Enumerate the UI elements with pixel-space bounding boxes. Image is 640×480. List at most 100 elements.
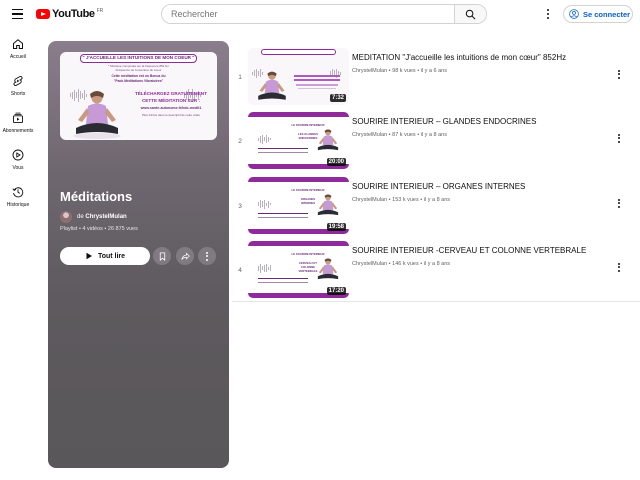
video-duration: 19:58 bbox=[326, 223, 346, 231]
playlist-meta: Playlist • 4 vidéos • 26 875 vues bbox=[60, 226, 138, 232]
meditating-woman-image bbox=[317, 194, 339, 216]
country-code: FR bbox=[96, 8, 104, 14]
settings-more-button[interactable] bbox=[541, 7, 555, 21]
meditating-woman-image bbox=[258, 71, 286, 100]
cover-url-text: www.sante-autonome.fr/kdo-medit1 bbox=[140, 106, 202, 110]
logo-text: YouTube bbox=[52, 8, 95, 20]
guide-label: Historique bbox=[6, 202, 30, 208]
playlist-title: Méditations bbox=[60, 189, 133, 204]
thumb-band-top bbox=[248, 241, 349, 246]
cover-text: Cette méditation est un Bonus du bbox=[111, 74, 166, 78]
channel-link[interactable]: ChrystelMulan bbox=[352, 68, 387, 74]
channel-avatar bbox=[60, 211, 72, 223]
subscriptions-icon bbox=[13, 112, 23, 124]
video-thumbnail[interactable]: LE SOURIRE INTERIEUR CERVEAU ET COLONNE … bbox=[248, 241, 349, 298]
home-icon bbox=[13, 39, 23, 49]
playlist-owner[interactable]: de ChrystelMulan bbox=[60, 211, 127, 223]
video-age: il y a 8 ans bbox=[423, 261, 451, 267]
search-input[interactable] bbox=[162, 5, 454, 23]
video-count: 4 vidéos bbox=[82, 226, 103, 232]
shorts-icon bbox=[13, 76, 23, 86]
video-age: il y a 6 ans bbox=[420, 68, 447, 74]
bookmark-icon bbox=[159, 251, 165, 261]
channel-link[interactable]: ChrystelMulan bbox=[352, 197, 387, 203]
masthead: YouTube FR Se connecter bbox=[0, 0, 640, 28]
guide-item-you[interactable]: Vous bbox=[0, 149, 36, 171]
video-menu-button[interactable] bbox=[614, 68, 624, 80]
guide-menu-button[interactable] bbox=[10, 6, 26, 22]
video-duration: 20:00 bbox=[326, 158, 346, 166]
playlist-video-row[interactable]: 4 LE SOURIRE INTERIEUR CERVEAU ET COLONN… bbox=[232, 241, 637, 301]
thumb-band-top bbox=[248, 177, 349, 182]
cover-download-text: TÉLÉCHARGEZ GRATUITEMENT bbox=[135, 91, 207, 96]
account-icon bbox=[569, 9, 579, 19]
playlist-header-panel: " J'ACCUEILLE LES INTUITIONS DE MON COEU… bbox=[48, 41, 229, 468]
search-button[interactable] bbox=[454, 5, 486, 23]
video-views: 146 k vues bbox=[392, 261, 419, 267]
guide-item-home[interactable]: Accueil bbox=[0, 38, 36, 60]
meditating-woman-image bbox=[73, 91, 121, 139]
video-age: il y a 8 ans bbox=[420, 132, 447, 138]
list-divider bbox=[232, 301, 640, 302]
youtube-playlist-page: YouTube FR Se connecter Accueil Shorts A… bbox=[0, 0, 640, 480]
thumb-band-top bbox=[248, 112, 349, 117]
playlist-type: Playlist bbox=[60, 226, 78, 232]
video-title[interactable]: SOURIRE INTERIEUR – GLANDES ENDOCRINES bbox=[352, 117, 536, 126]
playlist-more-button[interactable] bbox=[198, 247, 216, 265]
channel-link[interactable]: ChrystelMulan bbox=[352, 261, 387, 267]
video-views: 153 k vues bbox=[392, 197, 419, 203]
video-menu-button[interactable] bbox=[614, 261, 624, 273]
cover-text: Plus d'infos dans le descriptif de cette… bbox=[141, 113, 201, 117]
sound-wave-left bbox=[258, 199, 271, 209]
video-title[interactable]: SOURIRE INTERIEUR -CERVEAU ET COLONNE VE… bbox=[352, 246, 586, 255]
guide-item-shorts[interactable]: Shorts bbox=[0, 75, 36, 97]
video-meta: ChrystelMulan • 87 k vues • il y a 8 ans bbox=[352, 132, 447, 138]
video-index: 1 bbox=[238, 74, 242, 81]
cover-text: Fréquence de l'ouverture du coeur bbox=[115, 68, 162, 72]
channel-link[interactable]: ChrystelMulan bbox=[352, 132, 387, 138]
playlist-video-row[interactable]: 2 LE SOURIRE INTERIEUR LES GLANDES ENDOC… bbox=[232, 112, 637, 172]
video-thumbnail[interactable]: LE SOURIRE INTERIEUR ORGANES INTERNES 19… bbox=[248, 177, 349, 234]
view-count: 26 875 vues bbox=[107, 226, 138, 232]
save-playlist-button[interactable] bbox=[153, 247, 171, 265]
owner-name: ChrystelMulan bbox=[85, 214, 127, 220]
youtube-logo[interactable]: YouTube FR bbox=[36, 8, 103, 20]
video-title[interactable]: MEDITATION "J'accueille les intuitions d… bbox=[352, 53, 566, 62]
video-duration: 7:32 bbox=[329, 94, 346, 102]
video-meta: ChrystelMulan • 98 k vues • il y a 6 ans bbox=[352, 68, 447, 74]
guide-item-subscriptions[interactable]: Abonnements bbox=[0, 112, 36, 134]
playlist-video-row[interactable]: 1 7:32 MEDITATION "J'accueille les intui… bbox=[232, 48, 637, 108]
you-icon bbox=[12, 149, 24, 161]
sound-wave-left bbox=[258, 263, 271, 273]
video-views: 98 k vues bbox=[392, 68, 416, 74]
video-title[interactable]: SOURIRE INTERIEUR – ORGANES INTERNES bbox=[352, 182, 525, 191]
cover-download-text: CETTE MÉDITATION SUR : bbox=[141, 98, 200, 103]
guide-label: Vous bbox=[12, 165, 24, 171]
video-age: il y a 8 ans bbox=[423, 197, 451, 203]
video-duration: 17:20 bbox=[326, 287, 346, 295]
owner-prefix: de bbox=[77, 214, 84, 220]
play-all-label: Tout lire bbox=[97, 252, 126, 260]
video-views: 87 k vues bbox=[392, 132, 416, 138]
history-icon bbox=[12, 187, 24, 198]
signin-button[interactable]: Se connecter bbox=[563, 5, 633, 23]
signin-label: Se connecter bbox=[583, 9, 631, 19]
share-button[interactable] bbox=[176, 247, 194, 265]
cover-text: "Pack Méditations Vibratoires" bbox=[113, 79, 164, 83]
guide-item-history[interactable]: Historique bbox=[0, 186, 36, 208]
playlist-video-row[interactable]: 3 LE SOURIRE INTERIEUR ORGANES INTERNES … bbox=[232, 177, 637, 237]
guide-label: Shorts bbox=[10, 91, 26, 97]
video-menu-button[interactable] bbox=[614, 197, 624, 209]
owner-text: de ChrystelMulan bbox=[77, 214, 127, 220]
playlist-cover-thumbnail[interactable]: " J'ACCUEILLE LES INTUITIONS DE MON COEU… bbox=[60, 52, 217, 140]
video-index: 4 bbox=[238, 267, 242, 274]
video-menu-button[interactable] bbox=[614, 132, 624, 144]
guide-label: Abonnements bbox=[2, 128, 34, 134]
search-box bbox=[161, 4, 487, 24]
video-thumbnail[interactable]: 7:32 bbox=[248, 48, 349, 105]
play-all-button[interactable]: Tout lire bbox=[60, 247, 150, 265]
meditating-woman-image bbox=[317, 258, 339, 280]
video-thumbnail[interactable]: LE SOURIRE INTERIEUR LES GLANDES ENDOCRI… bbox=[248, 112, 349, 169]
video-index: 2 bbox=[238, 138, 242, 145]
video-index: 3 bbox=[238, 203, 242, 210]
